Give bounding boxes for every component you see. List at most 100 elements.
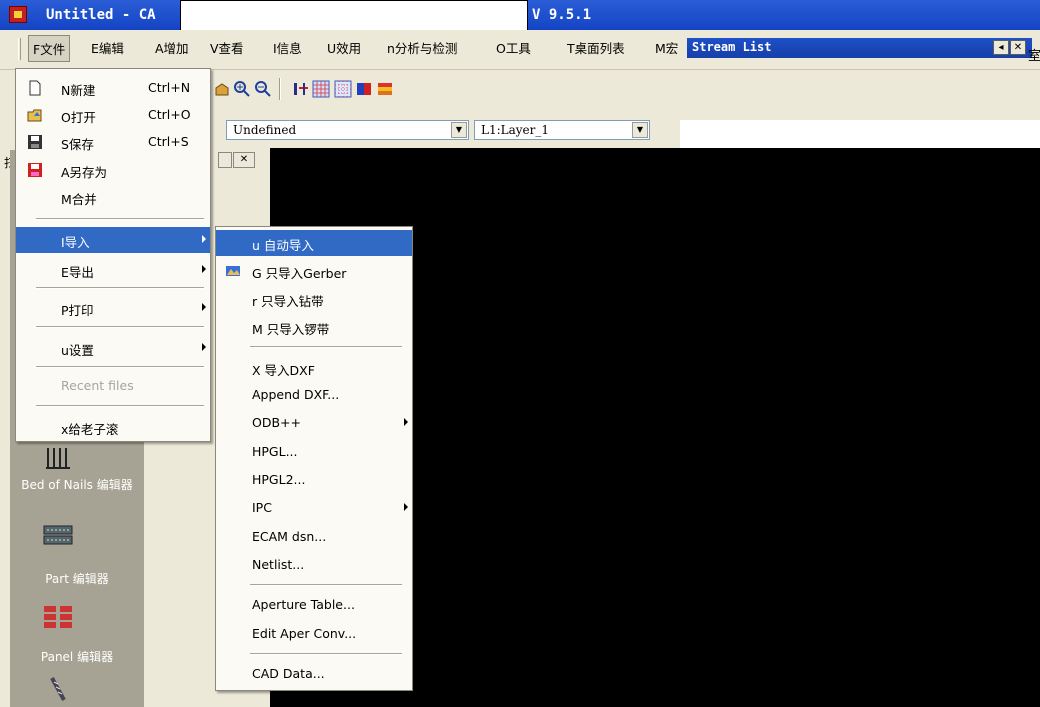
submenu-arrow-icon xyxy=(202,235,206,243)
file-menu-save-shortcut: Ctrl+S xyxy=(148,134,189,149)
file-menu-save-label: S保存 xyxy=(61,137,94,152)
import-auto[interactable]: u 自动导入 xyxy=(216,230,412,256)
edit-aper-conv[interactable]: Edit Aper Conv... xyxy=(216,621,412,647)
file-menu-import[interactable]: I导入 xyxy=(16,227,210,253)
file-menu-merge-label: M合并 xyxy=(61,192,97,207)
file-menu-exit-label: x给老子滚 xyxy=(61,422,119,437)
import-ecam[interactable]: ECAM dsn... xyxy=(216,524,412,550)
import-hpgl2[interactable]: HPGL2... xyxy=(216,467,412,493)
import-drill-label: r 只导入钻带 xyxy=(252,294,324,309)
menu-view[interactable]: V查看 xyxy=(210,38,244,57)
new-file-icon xyxy=(29,80,41,96)
menu-separator xyxy=(36,287,204,289)
menu-add[interactable]: A增加 xyxy=(155,38,189,57)
window-version: V 9.5.1 xyxy=(532,7,592,23)
menu-separator xyxy=(36,366,204,368)
chevron-down-icon[interactable]: ▼ xyxy=(632,122,648,138)
chevron-down-icon[interactable]: ▼ xyxy=(451,122,467,138)
import-gerber[interactable]: G 只导入Gerber xyxy=(216,258,412,284)
menu-utility[interactable]: U效用 xyxy=(327,38,361,57)
import-cad-data[interactable]: CAD Data... xyxy=(216,661,412,687)
toolbar-separator xyxy=(279,78,281,100)
import-gerber-label: G 只导入Gerber xyxy=(252,266,347,281)
import-rout-label: M 只导入锣带 xyxy=(252,322,330,337)
file-menu-settings[interactable]: u设置 xyxy=(16,335,210,361)
panel-editor-label[interactable]: Panel 编辑器 xyxy=(10,650,144,665)
file-menu: N新建 Ctrl+N O打开 Ctrl+O S保存 Ctrl+S A另存为 M合… xyxy=(15,68,211,442)
panel-editor-icon[interactable] xyxy=(42,604,74,630)
import-dxf[interactable]: X 导入DXF xyxy=(216,355,412,381)
file-menu-settings-label: u设置 xyxy=(61,343,94,358)
import-hpgl-label: HPGL... xyxy=(252,444,298,459)
undefined-dropdown[interactable]: Undefined ▼ xyxy=(226,120,469,140)
layer-dropdown[interactable]: L1:Layer_1 ▼ xyxy=(474,120,650,140)
file-menu-save[interactable]: S保存 Ctrl+S xyxy=(16,129,210,155)
menu-separator xyxy=(250,346,402,348)
draw-arc-icon[interactable] xyxy=(213,80,231,98)
file-menu-export[interactable]: E导出 xyxy=(16,257,210,283)
import-rout[interactable]: M 只导入锣带 xyxy=(216,314,412,340)
stream-list-title: Stream List xyxy=(692,40,772,54)
file-menu-new-shortcut: Ctrl+N xyxy=(148,80,191,95)
import-ipc[interactable]: IPC xyxy=(216,495,412,521)
menu-edit[interactable]: E编辑 xyxy=(91,38,124,57)
menu-separator xyxy=(36,218,204,220)
file-menu-open-label: O打开 xyxy=(61,110,96,125)
part-editor-icon[interactable] xyxy=(42,522,74,548)
file-menu-merge[interactable]: M合并 xyxy=(16,184,210,210)
stream-list-titlebar[interactable]: Stream List ◂ ✕ xyxy=(687,38,1032,58)
import-auto-label: u 自动导入 xyxy=(252,238,314,253)
layer-dropdown-value: L1:Layer_1 xyxy=(481,123,550,137)
append-dxf[interactable]: Append DXF... xyxy=(216,382,412,408)
file-menu-export-label: E导出 xyxy=(61,265,94,280)
file-menu-import-label: I导入 xyxy=(61,235,90,250)
menu-tools[interactable]: O工具 xyxy=(496,38,531,57)
palette-icon[interactable] xyxy=(376,80,394,98)
color-layer-icon[interactable] xyxy=(355,80,373,98)
import-odb[interactable]: ODB++ xyxy=(216,410,412,436)
file-menu-open[interactable]: O打开 Ctrl+O xyxy=(16,102,210,128)
menu-macro[interactable]: M宏 xyxy=(655,38,678,57)
submenu-arrow-icon xyxy=(202,265,206,273)
dot-grid-icon[interactable] xyxy=(334,80,352,98)
menu-desktop-list[interactable]: T桌面列表 xyxy=(567,38,625,57)
import-netlist[interactable]: Netlist... xyxy=(216,552,412,578)
bed-of-nails-icon[interactable] xyxy=(42,446,74,472)
menu-separator xyxy=(250,653,402,655)
file-menu-print-label: P打印 xyxy=(61,303,94,318)
bed-of-nails-label[interactable]: Bed of Nails 编辑器 xyxy=(10,478,144,493)
file-menu-print[interactable]: P打印 xyxy=(16,295,210,321)
menu-analysis[interactable]: n分析与检测 xyxy=(387,38,457,57)
side-panel-close-button[interactable]: ✕ xyxy=(233,152,255,168)
menu-file[interactable]: F文件 xyxy=(28,35,71,62)
import-drill[interactable]: r 只导入钻带 xyxy=(216,286,412,312)
submenu-arrow-icon xyxy=(202,343,206,351)
file-menu-save-as[interactable]: A另存为 xyxy=(16,157,210,183)
drill-tool-icon[interactable] xyxy=(42,676,74,702)
side-panel-restore-button[interactable] xyxy=(218,152,232,168)
gerber-icon xyxy=(226,266,240,276)
save-as-icon xyxy=(28,163,42,177)
import-netlist-label: Netlist... xyxy=(252,557,305,572)
menu-info[interactable]: I信息 xyxy=(273,38,302,57)
menubar-grip[interactable] xyxy=(18,38,21,60)
file-menu-new-label: N新建 xyxy=(61,83,96,98)
submenu-arrow-icon xyxy=(202,303,206,311)
stream-list-restore-button[interactable]: ◂ xyxy=(993,40,1009,55)
stream-list-close-button[interactable]: ✕ xyxy=(1010,40,1026,55)
grid-icon[interactable] xyxy=(312,80,330,98)
import-aperture-table[interactable]: Aperture Table... xyxy=(216,592,412,618)
file-menu-new[interactable]: N新建 Ctrl+N xyxy=(16,75,210,101)
layer-bars-icon[interactable] xyxy=(292,80,310,98)
window-title: Untitled - CA xyxy=(46,7,156,23)
import-hpgl2-label: HPGL2... xyxy=(252,472,306,487)
menu-separator xyxy=(250,584,402,586)
stream-right-glyph: 室 xyxy=(1028,49,1040,64)
zoom-in-icon[interactable] xyxy=(233,80,251,98)
zoom-out-icon[interactable] xyxy=(254,80,272,98)
menu-separator xyxy=(36,326,204,328)
file-menu-exit[interactable]: x给老子滚 xyxy=(16,414,210,440)
import-hpgl[interactable]: HPGL... xyxy=(216,439,412,465)
part-editor-label[interactable]: Part 编辑器 xyxy=(10,572,144,587)
app-icon xyxy=(9,6,27,23)
